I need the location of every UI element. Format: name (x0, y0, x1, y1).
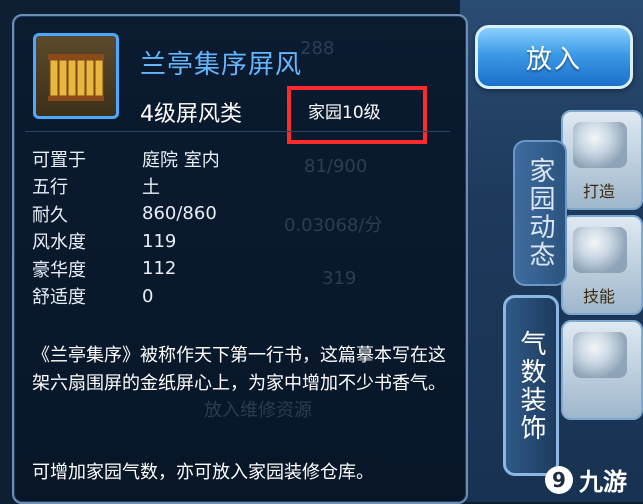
tab-home-news[interactable]: 家园动态 (513, 140, 567, 286)
attribute-row: 舒适度 0 (32, 283, 220, 311)
highlight-box (287, 86, 427, 144)
folding-screen-icon (48, 54, 104, 101)
ghost-value-2: 81/900 (304, 156, 368, 177)
attribute-value: 庭院 室内 (142, 149, 220, 171)
attribute-label: 耐久 (32, 204, 68, 226)
attribute-row: 可置于 庭院 室内 (32, 145, 220, 173)
tab-decor[interactable]: 气数装饰 (503, 295, 559, 476)
ghost-value-1: 288 (300, 38, 335, 59)
watermark-logo-icon: 9 (545, 465, 573, 494)
ghost-value-5: 放入维修资源 (204, 400, 312, 421)
divider (25, 131, 450, 132)
attribute-label: 豪华度 (32, 259, 86, 281)
forge-tile[interactable]: 打造 (561, 110, 643, 210)
attribute-row: 豪华度 112 (32, 255, 220, 283)
ghost-value-3: 0.03068/分 (284, 215, 383, 236)
item-thumbnail (33, 33, 119, 119)
attribute-label: 五行 (32, 177, 68, 199)
tile-icon (573, 332, 627, 378)
item-name: 兰亭集序屏风 (140, 50, 303, 80)
item-type: 4级屏风类 (140, 102, 242, 127)
put-button[interactable]: 放入 (475, 25, 633, 89)
attribute-label: 可置于 (32, 149, 86, 171)
forge-icon (573, 122, 627, 168)
tab-decor-label: 气数装饰 (516, 329, 546, 442)
attribute-value: 土 (142, 177, 160, 199)
attribute-label: 舒适度 (32, 287, 86, 309)
attribute-value: 0 (142, 285, 154, 307)
attribute-value: 860/860 (142, 203, 217, 225)
skill-tile-label: 技能 (583, 287, 616, 306)
attribute-list: 可置于 庭院 室内 五行 土 耐久 860/860 风水度 119 豪华度 11… (32, 145, 220, 310)
put-button-label: 放入 (525, 44, 582, 75)
skill-tile[interactable]: 技能 (561, 215, 643, 315)
attribute-row: 耐久 860/860 (32, 200, 220, 228)
third-tile[interactable] (561, 320, 643, 420)
attribute-row: 五行 土 (32, 173, 220, 201)
item-description: 《兰亭集序》被称作天下第一行书，这篇摹本写在这架六扇围屏的金纸屏心上，为家中增加… (32, 345, 446, 394)
attribute-label: 风水度 (32, 232, 86, 254)
attribute-row: 风水度 119 (32, 228, 220, 256)
skill-icon (573, 227, 627, 273)
item-note: 可增加家园气数，亦可放入家园装修仓库。 (32, 462, 374, 483)
attribute-value: 119 (142, 230, 177, 252)
ghost-value-4: 319 (322, 268, 357, 289)
watermark: 9 九游 (545, 462, 627, 497)
tab-home-news-label: 家园动态 (525, 157, 555, 269)
forge-tile-label: 打造 (583, 182, 616, 201)
attribute-value: 112 (142, 258, 177, 280)
watermark-text: 九游 (579, 468, 627, 496)
